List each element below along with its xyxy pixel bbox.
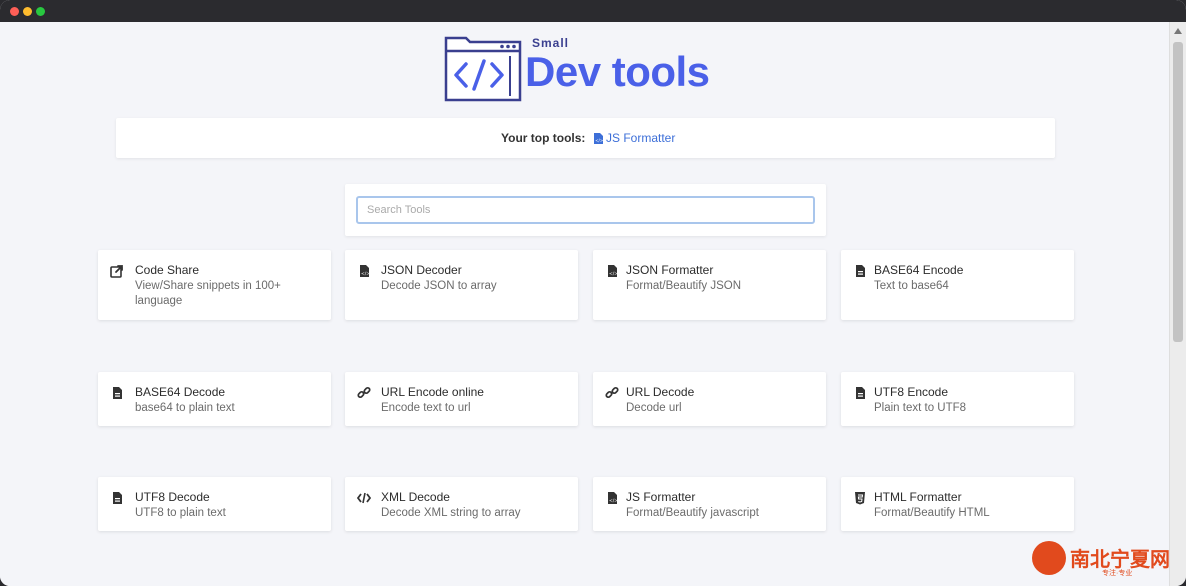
file-icon [110,491,124,505]
tool-title: UTF8 Decode [135,490,210,504]
top-tool-link[interactable]: </> JS Formatter [594,131,675,145]
browser-code-icon [444,36,522,102]
tool-description: Decode JSON to array [381,280,497,292]
svg-text:</>: </> [595,138,603,143]
logo-title: Dev tools [525,48,710,95]
tool-title: Code Share [135,263,200,277]
tool-description: Text to base64 [874,280,949,292]
title-bar [0,0,1186,22]
search-card [345,184,826,236]
tool-description: base64 to plain text [135,402,235,414]
code-icon [356,491,372,505]
share-icon [110,264,124,278]
tool-card[interactable]: </> JSON Decoder Decode JSON to array [345,250,578,320]
close-window-button[interactable] [10,7,19,16]
tool-card[interactable]: URL Encode online Encode text to url [345,372,578,426]
tool-description: Format/Beautify javascript [626,507,759,519]
scroll-up-arrow-icon[interactable] [1174,28,1182,34]
link-icon [357,386,371,400]
file-icon [110,386,124,400]
tool-card[interactable]: </> JS Formatter Format/Beautify javascrip… [593,477,826,531]
tool-description: Plain text to UTF8 [874,402,967,414]
tool-description: UTF8 to plain text [135,507,226,519]
maximize-window-button[interactable] [36,7,45,16]
file-code-icon: </> [605,264,619,278]
watermark-subtext: 专注·专业 [1102,570,1133,577]
tool-description: Format/Beautify JSON [626,280,742,292]
tool-title: BASE64 Encode [874,263,964,277]
svg-text:</>: </> [361,271,370,277]
tool-title: XML Decode [381,490,450,504]
tool-title: JS Formatter [626,490,696,504]
tool-title: JSON Formatter [626,263,714,277]
top-tools-label: Your top tools: [501,131,586,145]
tool-card[interactable]: HTML Formatter Format/Beautify HTML [841,477,1074,531]
tool-card[interactable]: XML Decode Decode XML string to array [345,477,578,531]
tool-title: BASE64 Decode [135,385,226,399]
vertical-scrollbar[interactable] [1169,22,1186,586]
file-code-icon: </> [605,491,619,505]
top-tools-bar: Your top tools: </> JS Formatter [116,118,1055,158]
tool-title: HTML Formatter [874,490,962,504]
tool-description: Format/Beautify HTML [874,507,990,519]
tool-card[interactable]: UTF8 Encode Plain text to UTF8 [841,372,1074,426]
page-content: Small Dev tools Your top tools: </> JS F… [0,22,1169,586]
scrollbar-thumb[interactable] [1173,42,1183,342]
search-input[interactable] [356,196,815,224]
tool-card[interactable]: URL Decode Decode url [593,372,826,426]
tool-title: URL Encode online [381,385,484,399]
file-code-icon: </> [357,264,371,278]
tool-title: JSON Decoder [381,263,462,277]
link-icon [605,386,619,400]
svg-text:</>: </> [609,498,618,504]
svg-text:</>: </> [609,271,618,277]
tool-title: UTF8 Encode [874,385,949,399]
file-icon [853,386,867,400]
watermark-logo: 南北宁夏网 专注·专业 [1030,538,1180,582]
minimize-window-button[interactable] [23,7,32,16]
top-tool-link-label: JS Formatter [606,131,676,145]
file-code-icon: </> [594,133,603,144]
file-icon [853,264,867,278]
tool-description: View/Share snippets in 100+ language [135,280,281,307]
tool-card[interactable]: Code Share View/Share snippets in 100+ la… [98,250,331,320]
html5-icon [853,491,867,505]
tool-title: URL Decode [626,385,695,399]
tool-card[interactable]: </> JSON Formatter Format/Beautify JSON [593,250,826,320]
tool-description: Decode url [626,402,682,414]
tool-card[interactable]: BASE64 Decode base64 to plain text [98,372,331,426]
logo[interactable]: Small Dev tools [444,34,734,102]
tool-card[interactable]: BASE64 Encode Text to base64 [841,250,1074,320]
tool-description: Decode XML string to array [381,507,521,519]
tool-description: Encode text to url [381,402,471,414]
app-window: Small Dev tools Your top tools: </> JS F… [0,0,1186,586]
watermark-emblem-icon [1032,541,1066,575]
tool-card[interactable]: UTF8 Decode UTF8 to plain text [98,477,331,531]
